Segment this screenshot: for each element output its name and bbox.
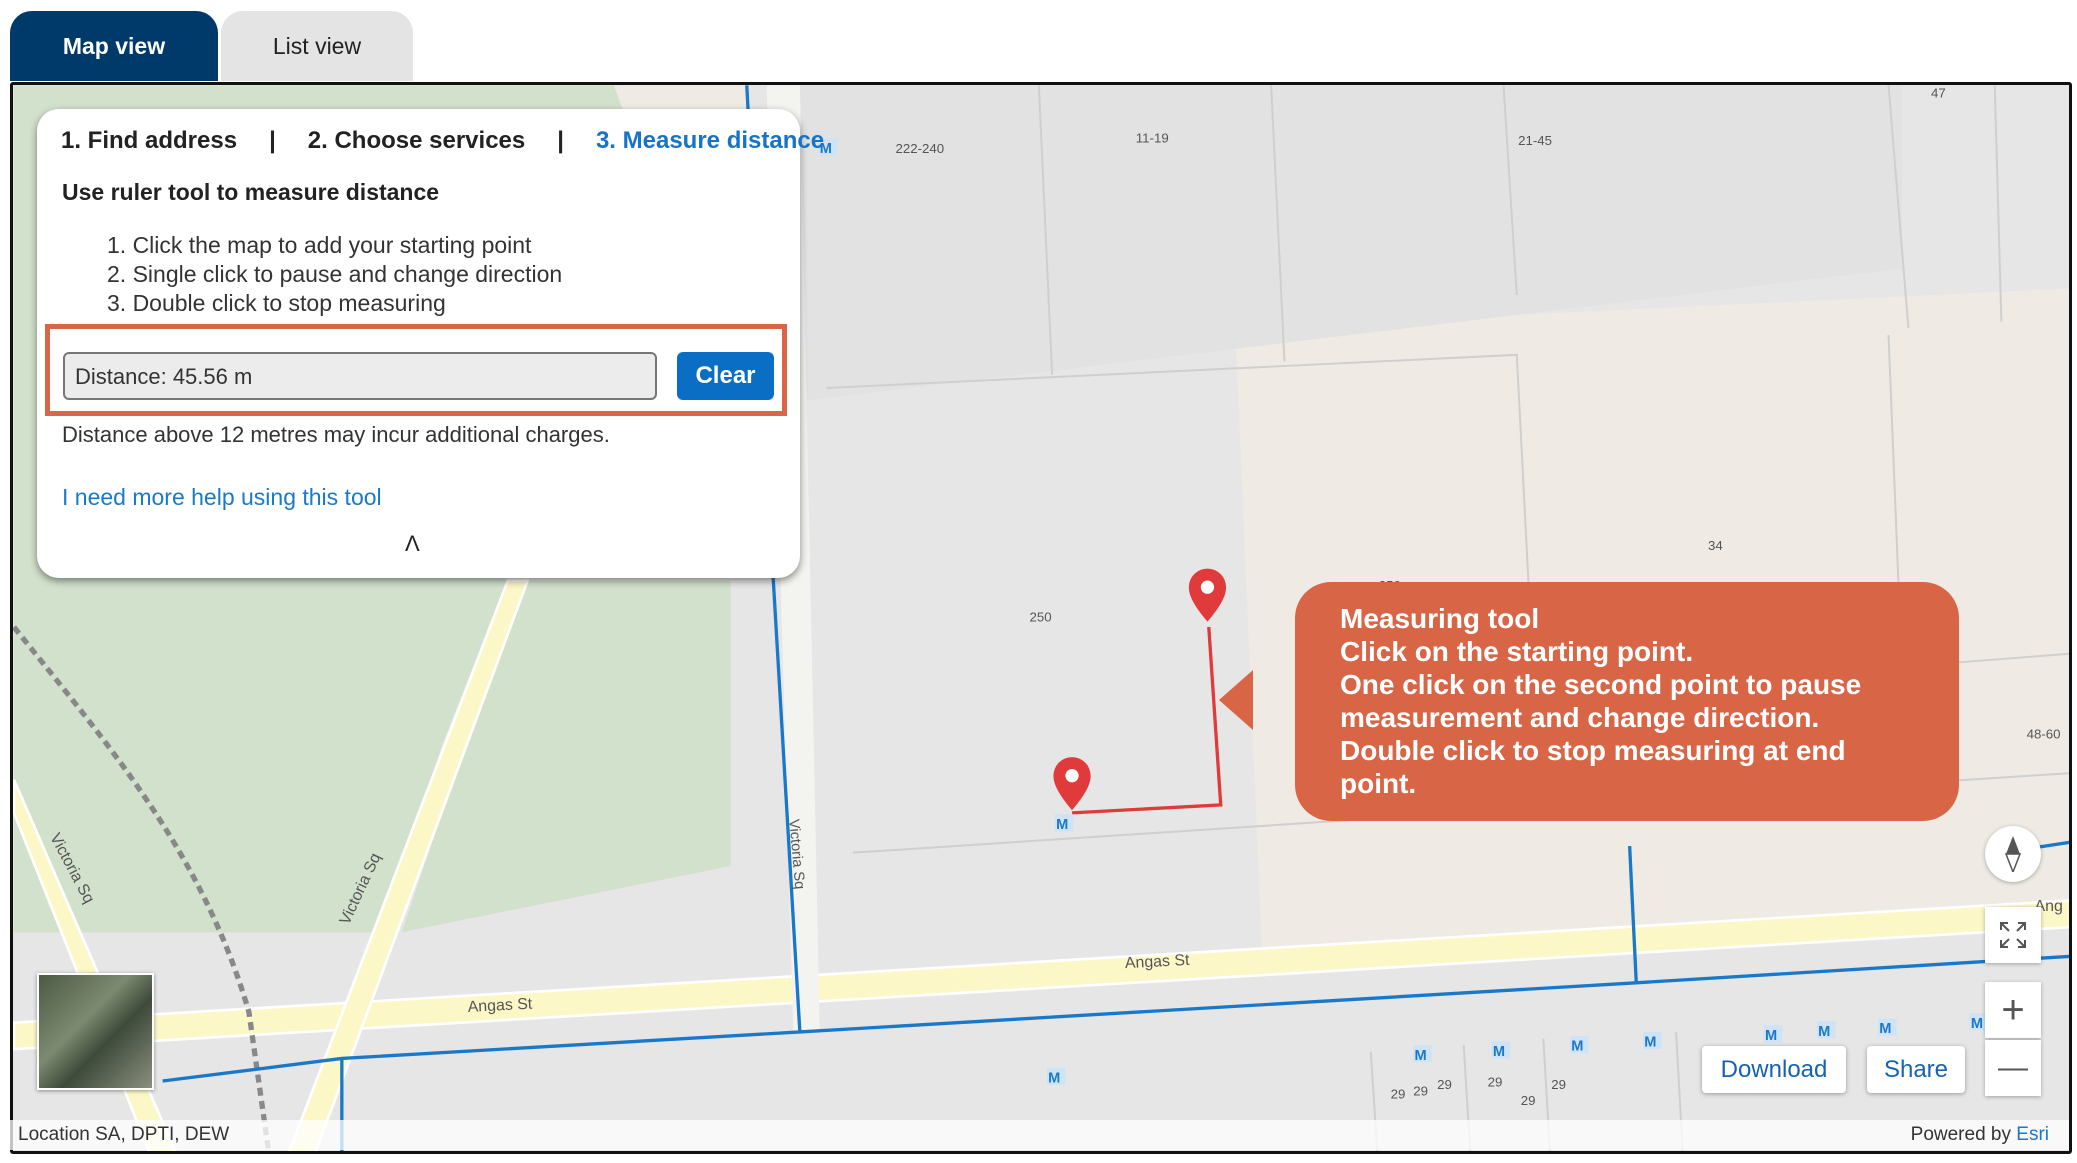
svg-text:M: M bbox=[1818, 1024, 1830, 1040]
svg-text:M: M bbox=[1056, 817, 1068, 833]
meter-marker: M bbox=[1763, 1025, 1783, 1044]
fullscreen-button[interactable] bbox=[1985, 907, 2041, 963]
parcel-label: 47 bbox=[1931, 85, 1946, 100]
callout-line: Double click to stop measuring at end po… bbox=[1340, 735, 1846, 799]
svg-text:M: M bbox=[1493, 1044, 1505, 1060]
zoom-out-button[interactable]: — bbox=[1985, 1040, 2041, 1096]
svg-text:29: 29 bbox=[1488, 1074, 1503, 1089]
tab-list-view[interactable]: List view bbox=[221, 11, 413, 81]
share-button[interactable]: Share bbox=[1867, 1046, 1965, 1093]
parcel-label: 21-45 bbox=[1518, 133, 1552, 148]
callout-arrow bbox=[1219, 670, 1253, 730]
download-button[interactable]: Download bbox=[1702, 1046, 1846, 1093]
instruction-item: 2. Single click to pause and change dire… bbox=[107, 261, 563, 287]
parcel-label: 48-60 bbox=[2027, 727, 2061, 742]
svg-text:M: M bbox=[1644, 1035, 1656, 1051]
distance-field: Distance: 45.56 m bbox=[63, 352, 657, 400]
instruction-item: 3. Double click to stop measuring bbox=[107, 290, 446, 316]
step-separator: | bbox=[269, 127, 276, 154]
callout-line: One click on the second point to pause m… bbox=[1340, 669, 1862, 733]
parcel-label: 11-19 bbox=[1136, 130, 1169, 145]
compass-button[interactable] bbox=[1985, 826, 2041, 882]
panel-title: Use ruler tool to measure distance bbox=[62, 179, 440, 205]
step-separator: | bbox=[557, 127, 564, 154]
svg-text:M: M bbox=[1879, 1021, 1891, 1037]
svg-text:M: M bbox=[1571, 1038, 1583, 1054]
meter-marker: M bbox=[1642, 1031, 1662, 1051]
meter-marker: M bbox=[1054, 814, 1074, 833]
step-nav: 1. Find address | 2. Choose services | 3. Me… bbox=[61, 127, 824, 155]
parcel-label: 34 bbox=[1708, 538, 1723, 553]
meter-marker: M bbox=[1569, 1035, 1589, 1054]
svg-text:29: 29 bbox=[1551, 1077, 1566, 1092]
svg-text:M: M bbox=[1971, 1016, 1983, 1032]
compass-icon bbox=[2004, 836, 2022, 872]
meter-marker: M bbox=[1877, 1018, 1897, 1037]
tab-map-view[interactable]: Map view bbox=[10, 11, 218, 81]
svg-text:29: 29 bbox=[1521, 1093, 1536, 1108]
powered-by-text: Powered by bbox=[1910, 1124, 2011, 1145]
step-choose-services[interactable]: 2. Choose services bbox=[308, 127, 525, 154]
parcel-label: 222-240 bbox=[895, 141, 944, 156]
svg-text:M: M bbox=[1415, 1048, 1427, 1064]
help-link[interactable]: I need more help using this tool bbox=[62, 484, 382, 511]
basemap-toggle-thumbnail[interactable] bbox=[37, 973, 154, 1090]
callout-line: Click on the starting point. bbox=[1340, 636, 1694, 667]
step-measure-distance[interactable]: 3. Measure distance bbox=[596, 127, 824, 154]
meter-marker: M bbox=[1413, 1045, 1432, 1064]
map-attribution: Location SA, DPTI, DEW Powered by Esri bbox=[10, 1120, 2069, 1150]
street-label: Angas St bbox=[467, 996, 533, 1016]
expand-icon bbox=[2000, 922, 2026, 948]
meter-marker: M bbox=[1816, 1021, 1836, 1040]
clear-button[interactable]: Clear bbox=[677, 352, 774, 400]
esri-link[interactable]: Esri bbox=[2016, 1124, 2049, 1145]
instruction-item: 1. Click the map to add your starting po… bbox=[107, 232, 532, 258]
callout-line: Measuring tool bbox=[1340, 603, 1540, 634]
instructions-list: 1. Click the map to add your starting po… bbox=[107, 231, 562, 318]
parcel-label: 29 bbox=[1391, 1086, 1406, 1101]
street-label: Angas St bbox=[1124, 952, 1190, 972]
annotation-callout: Measuring tool Click on the starting poi… bbox=[1295, 582, 1959, 821]
step-find-address[interactable]: 1. Find address bbox=[61, 127, 237, 154]
svg-text:M: M bbox=[1765, 1028, 1777, 1044]
svg-text:29: 29 bbox=[1437, 1077, 1452, 1092]
parcel-label: 250 bbox=[1030, 610, 1052, 625]
measure-panel: 1. Find address | 2. Choose services | 3. Me… bbox=[37, 109, 824, 578]
svg-text:29: 29 bbox=[1413, 1084, 1428, 1099]
svg-text:M: M bbox=[1048, 1070, 1060, 1086]
meter-marker: M bbox=[1046, 1067, 1066, 1086]
attribution-text: Location SA, DPTI, DEW bbox=[18, 1124, 230, 1145]
collapse-caret-icon[interactable]: Λ bbox=[405, 531, 420, 557]
charges-note: Distance above 12 metres may incur addit… bbox=[62, 422, 610, 447]
zoom-in-button[interactable]: + bbox=[1985, 982, 2041, 1038]
meter-marker: M bbox=[1491, 1041, 1511, 1060]
